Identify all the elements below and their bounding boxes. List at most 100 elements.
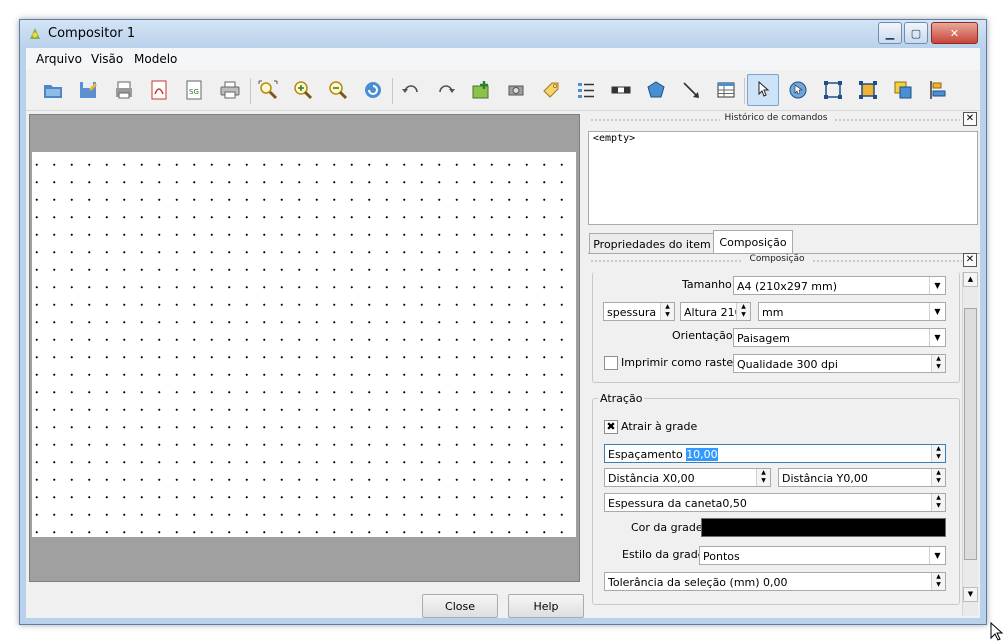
grid-color-label: Cor da grade <box>631 521 703 534</box>
maximize-icon: ▢ <box>910 26 922 40</box>
menu-visao[interactable]: Visão <box>91 52 123 66</box>
zoom-in-icon[interactable] <box>289 76 317 104</box>
print-raster-checkbox[interactable] <box>604 356 618 370</box>
history-entry[interactable]: <empty> <box>589 132 977 145</box>
spin-arrows-icon[interactable]: ▲ ▼ <box>931 355 945 372</box>
offset-x-spinbox[interactable]: Distância X0,00 ▲ ▼ <box>604 468 771 487</box>
maximize-button[interactable]: ▢ <box>904 22 928 44</box>
snap-group-title: Atração <box>598 392 645 405</box>
window-title: Compositor 1 <box>48 26 136 41</box>
add-label-icon[interactable] <box>537 76 565 104</box>
chevron-down-icon: ▼ <box>929 303 945 320</box>
raise-icon[interactable] <box>889 76 917 104</box>
menu-modelo[interactable]: Modelo <box>134 52 177 66</box>
composition-canvas[interactable] <box>29 114 580 582</box>
panel-grip <box>590 259 742 263</box>
print-raster-label: Imprimir como raster <box>621 356 738 369</box>
spin-arrows-icon[interactable]: ▲ ▼ <box>931 573 945 590</box>
qgis-icon <box>30 28 40 39</box>
redo-icon[interactable] <box>432 76 460 104</box>
chevron-down-icon: ▼ <box>929 277 945 294</box>
main-toolbar: SG <box>26 70 980 111</box>
panel-grip <box>812 259 962 263</box>
grid-style-label: Estilo da grade <box>622 548 705 561</box>
tab-composition[interactable]: Composição <box>713 230 793 254</box>
close-icon: ✕ <box>949 26 960 40</box>
tab-item-properties[interactable]: Propriedades do item <box>589 233 715 254</box>
chevron-down-icon: ▼ <box>929 329 945 346</box>
spin-arrows-icon[interactable]: ▲ ▼ <box>931 445 945 462</box>
add-shape-icon[interactable] <box>642 76 670 104</box>
zoom-full-icon[interactable] <box>254 76 282 104</box>
spin-arrows-icon[interactable]: ▲ ▼ <box>931 469 945 486</box>
spin-arrows-icon[interactable]: ▲ ▼ <box>736 303 750 320</box>
history-list[interactable]: <empty> <box>588 131 978 225</box>
save-template-icon[interactable] <box>74 76 102 104</box>
move-content-icon[interactable] <box>784 76 812 104</box>
grid-style-select[interactable]: Pontos ▼ <box>699 546 946 565</box>
chevron-down-icon: ▼ <box>929 547 945 564</box>
zoom-out-icon[interactable] <box>324 76 352 104</box>
history-panel-title: Histórico de comandos <box>724 113 828 123</box>
snap-grid-checkbox[interactable]: ✖ <box>604 420 618 434</box>
select-move-icon[interactable] <box>747 74 779 106</box>
tolerance-spinbox[interactable]: Tolerância da seleção (mm) 0,00 ▲ ▼ <box>604 572 946 591</box>
scroll-down-icon[interactable]: ▼ <box>963 587 978 602</box>
close-button[interactable]: Close <box>422 594 498 618</box>
toolbar-separator <box>744 78 745 104</box>
composition-panel-title: Composição <box>749 254 805 264</box>
pen-width-spinbox[interactable]: Espessura da caneta0,50 ▲ ▼ <box>604 493 946 512</box>
close-history-button[interactable]: ✕ <box>963 112 977 126</box>
svg-text:SG: SG <box>189 88 199 96</box>
add-legend-icon[interactable] <box>572 76 600 104</box>
scroll-up-icon[interactable]: ▲ <box>963 272 978 287</box>
width-spinbox[interactable]: spessura 2 ▲ ▼ <box>603 302 675 321</box>
size-select[interactable]: A4 (210x297 mm) ▼ <box>733 276 946 295</box>
grid-color-button[interactable] <box>701 518 946 537</box>
quality-spinbox[interactable]: Qualidade 300 dpi ▲ ▼ <box>733 354 946 373</box>
minimize-icon: ▁ <box>885 26 895 40</box>
scroll-thumb[interactable] <box>964 308 977 560</box>
spin-arrows-icon[interactable]: ▲ ▼ <box>660 303 674 320</box>
toolbar-separator <box>392 78 393 104</box>
menu-arquivo[interactable]: Arquivo <box>36 52 82 66</box>
spacing-value[interactable]: 10,00 <box>686 448 718 461</box>
align-icon[interactable] <box>924 76 952 104</box>
add-image-icon[interactable] <box>502 76 530 104</box>
group-icon[interactable] <box>819 76 847 104</box>
orientation-select[interactable]: Paisagem ▼ <box>733 328 946 347</box>
spacing-spinbox[interactable]: Espaçamento 10,00 ▲ ▼ <box>604 444 946 463</box>
client-area: Arquivo Visão Modelo SG Close Help Histó… <box>26 48 980 618</box>
minimize-button[interactable]: ▁ <box>878 22 902 44</box>
toolbar-separator <box>250 78 251 104</box>
close-window-button[interactable]: ✕ <box>931 22 978 44</box>
add-arrow-icon[interactable] <box>677 76 705 104</box>
close-composition-button[interactable]: ✕ <box>963 253 977 267</box>
refresh-icon[interactable] <box>359 76 387 104</box>
open-template-icon[interactable] <box>39 76 67 104</box>
panel-grip <box>590 118 720 122</box>
composition-scrollbar[interactable]: ▲ ▼ <box>962 272 978 616</box>
export-svg-icon[interactable]: SG <box>180 76 208 104</box>
height-spinbox[interactable]: Altura 210 ▲ ▼ <box>680 302 751 321</box>
orientation-label: Orientação <box>672 329 733 342</box>
title-bar[interactable]: Compositor 1 ▁ ▢ ✕ <box>20 20 986 48</box>
help-button[interactable]: Help <box>508 594 584 618</box>
print-preview-icon[interactable] <box>110 76 138 104</box>
spin-arrows-icon[interactable]: ▲ ▼ <box>756 469 770 486</box>
unit-select[interactable]: mm ▼ <box>758 302 946 321</box>
menu-bar: Arquivo Visão Modelo <box>26 48 980 70</box>
size-label: Tamanho <box>682 278 732 291</box>
add-table-icon[interactable] <box>712 76 740 104</box>
add-map-icon[interactable] <box>467 76 495 104</box>
export-pdf-icon[interactable] <box>145 76 173 104</box>
panel-grip <box>834 118 960 122</box>
print-icon[interactable] <box>216 76 244 104</box>
compositor-window: Compositor 1 ▁ ▢ ✕ Arquivo Visão Modelo … <box>19 19 987 625</box>
spin-arrows-icon[interactable]: ▲ ▼ <box>931 494 945 511</box>
undo-icon[interactable] <box>397 76 425 104</box>
offset-y-spinbox[interactable]: Distância Y0,00 ▲ ▼ <box>778 468 946 487</box>
paper-page[interactable] <box>32 152 576 537</box>
add-scalebar-icon[interactable] <box>607 76 635 104</box>
ungroup-icon[interactable] <box>854 76 882 104</box>
